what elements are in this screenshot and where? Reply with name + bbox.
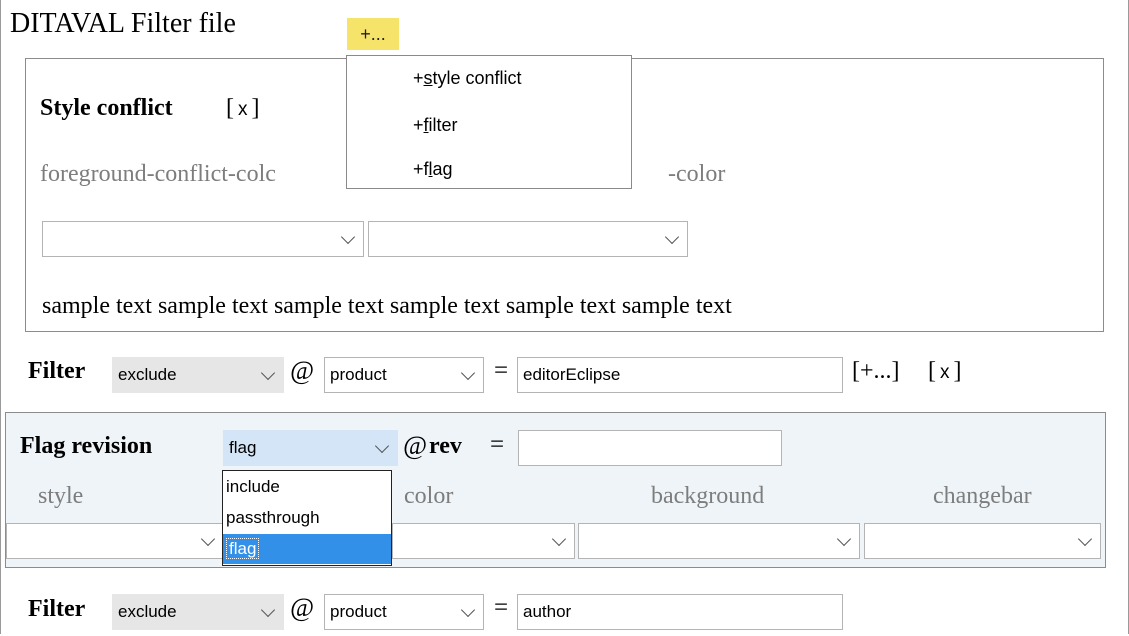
menu-item-rest: ilter bbox=[428, 115, 458, 135]
chevron-down-icon bbox=[260, 365, 276, 381]
select-value: exclude bbox=[118, 602, 177, 621]
chevron-down-icon bbox=[374, 438, 390, 454]
background-conflict-color-select[interactable] bbox=[368, 221, 688, 257]
chevron-down-icon bbox=[836, 531, 852, 547]
chevron-down-icon bbox=[460, 602, 476, 618]
select-value: product bbox=[330, 365, 387, 384]
filter1-label: Filter bbox=[28, 358, 86, 384]
page-title: DITAVAL Filter file bbox=[10, 8, 236, 39]
foreground-conflict-color-label: foreground-conflict-colc bbox=[40, 161, 276, 187]
menu-item-flag[interactable]: +flag bbox=[413, 159, 453, 180]
chevron-down-icon bbox=[551, 531, 567, 547]
bracket-close: ] bbox=[953, 358, 962, 384]
remove-x-icon[interactable]: x bbox=[936, 362, 954, 383]
filter2-label: Filter bbox=[28, 596, 86, 622]
flag-color-column-label: color bbox=[404, 483, 454, 509]
filter1-attribute-select[interactable]: product bbox=[324, 357, 484, 393]
style-conflict-heading: Style conflict bbox=[40, 95, 173, 121]
flag-revision-label: Flag revision bbox=[20, 433, 153, 459]
filter2-attribute-select[interactable]: product bbox=[324, 594, 484, 630]
menu-item-rest: ag bbox=[432, 159, 453, 179]
menu-item-filter[interactable]: +filter bbox=[413, 115, 458, 136]
bracket-close: ] bbox=[251, 95, 260, 121]
flag-color-select[interactable] bbox=[392, 523, 575, 559]
filter1-at-symbol: @ bbox=[290, 356, 314, 385]
option-flag-label: flag bbox=[226, 538, 260, 559]
bracket-open: [ bbox=[928, 358, 936, 384]
flag-action-dropdown-list: include passthrough flag bbox=[222, 470, 392, 566]
flag-changebar-select[interactable] bbox=[864, 523, 1101, 559]
filter2-at-symbol: @ bbox=[290, 593, 314, 622]
sample-text: sample text sample text sample text samp… bbox=[42, 293, 732, 319]
filter1-equals: = bbox=[494, 357, 509, 384]
filter2-equals: = bbox=[494, 594, 509, 621]
chevron-down-icon bbox=[664, 229, 680, 245]
menu-item-prefix: +f bbox=[413, 159, 429, 179]
add-menu-button[interactable]: +... bbox=[347, 18, 399, 50]
flag-action-select[interactable]: flag bbox=[223, 430, 398, 466]
flag-background-select[interactable] bbox=[578, 523, 860, 559]
filter2-value-input[interactable]: author bbox=[517, 594, 843, 630]
flag-at-symbol: @ bbox=[403, 431, 427, 460]
menu-item-rest: tyle conflict bbox=[432, 68, 522, 88]
chevron-down-icon bbox=[200, 531, 216, 547]
select-value: flag bbox=[229, 438, 257, 457]
flag-rev-attribute-label: rev bbox=[429, 433, 462, 459]
remove-x-icon[interactable]: x bbox=[234, 99, 252, 120]
select-value: exclude bbox=[118, 365, 177, 384]
filter1-add-link[interactable]: [+...] bbox=[852, 358, 900, 385]
add-menu-popup: +style conflict +filter +flag bbox=[346, 55, 632, 189]
style-conflict-remove-link[interactable]: [x] bbox=[226, 95, 260, 122]
flag-equals: = bbox=[490, 431, 505, 458]
flag-changebar-column-label: changebar bbox=[933, 483, 1032, 509]
menu-item-accel: s bbox=[423, 68, 433, 88]
chevron-down-icon bbox=[1077, 531, 1093, 547]
chevron-down-icon bbox=[460, 365, 476, 381]
chevron-down-icon bbox=[260, 602, 276, 618]
foreground-conflict-color-select[interactable] bbox=[42, 221, 364, 257]
filter2-action-select[interactable]: exclude bbox=[112, 594, 284, 630]
background-conflict-color-label: -color bbox=[668, 161, 726, 187]
option-include[interactable]: include bbox=[223, 472, 391, 502]
filter1-remove-link[interactable]: [x] bbox=[928, 358, 962, 385]
select-value: product bbox=[330, 602, 387, 621]
chevron-down-icon bbox=[340, 229, 356, 245]
menu-item-prefix: + bbox=[413, 68, 424, 88]
flag-style-column-label: style bbox=[38, 483, 84, 509]
flag-style-select[interactable] bbox=[6, 523, 224, 559]
option-passthrough[interactable]: passthrough bbox=[223, 503, 391, 533]
flag-rev-input[interactable] bbox=[518, 430, 782, 466]
filter1-value-input[interactable]: editorEclipse bbox=[517, 357, 843, 393]
menu-item-style-conflict[interactable]: +style conflict bbox=[413, 68, 522, 89]
option-flag[interactable]: flag bbox=[223, 534, 391, 564]
flag-background-column-label: background bbox=[651, 483, 765, 509]
bracket-open: [ bbox=[226, 95, 234, 121]
menu-item-prefix: + bbox=[413, 115, 424, 135]
flag-revision-section: Flag revision flag @ rev = style color b… bbox=[5, 412, 1106, 568]
filter1-action-select[interactable]: exclude bbox=[112, 357, 284, 393]
